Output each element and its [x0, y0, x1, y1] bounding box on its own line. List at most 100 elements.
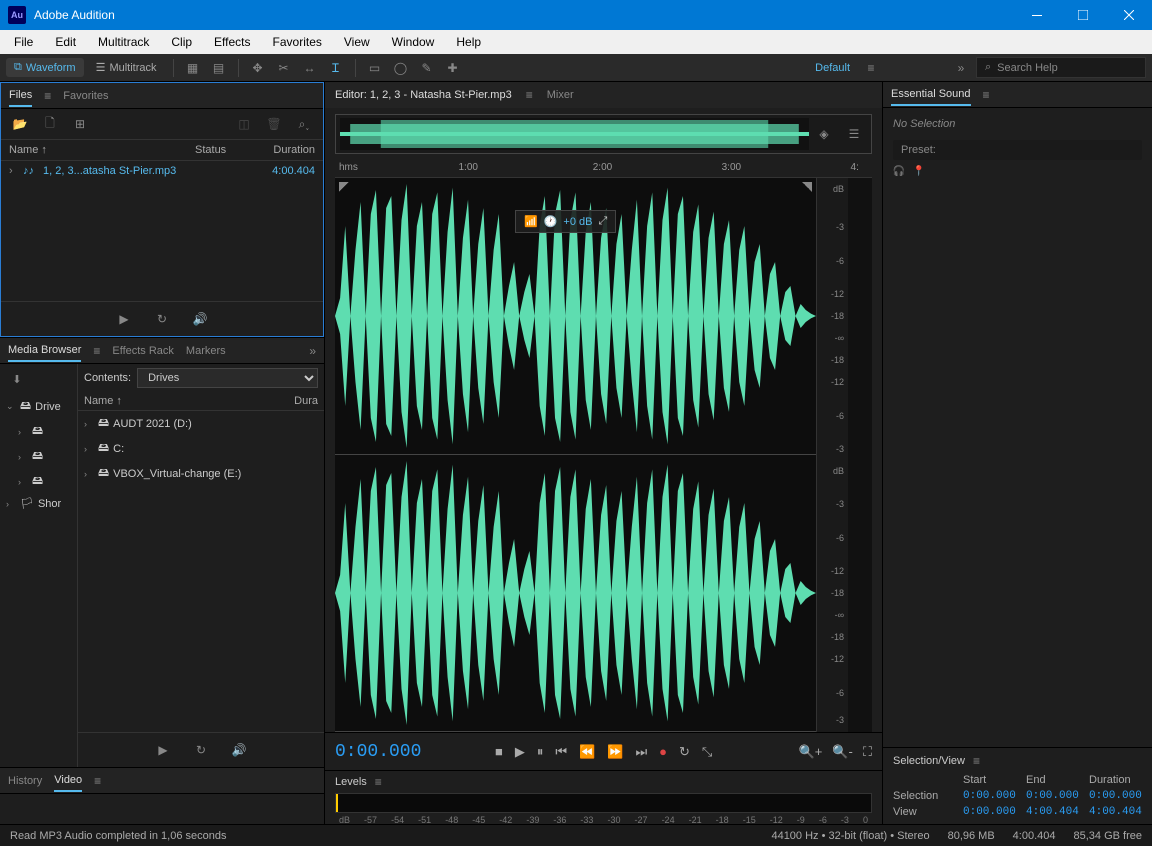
selection-duration[interactable]: 0:00.000	[1089, 790, 1142, 802]
media-col-dura[interactable]: Dura	[294, 395, 318, 407]
slip-tool-icon[interactable]: ↔	[299, 57, 321, 79]
delete-icon[interactable]: 🗑	[263, 113, 285, 135]
healing-tool-icon[interactable]: ✚	[442, 57, 464, 79]
tree-row[interactable]: ⌄🖴Drive	[0, 394, 77, 419]
tree-row[interactable]: ›🏳Shor	[0, 494, 77, 513]
drive-row[interactable]: ›🖴C:	[78, 436, 324, 461]
spectral-pitch-icon[interactable]: ▤	[208, 57, 230, 79]
menu-favorites[interactable]: Favorites	[263, 33, 332, 51]
fade-out-handle[interactable]	[802, 182, 812, 192]
pin-icon[interactable]: 📍	[908, 160, 930, 182]
zoom-in-button[interactable]: 🔍+	[799, 744, 823, 760]
time-selection-tool-icon[interactable]: Ɪ	[325, 57, 347, 79]
play-preview-icon[interactable]: ▶	[152, 739, 174, 761]
new-file-icon[interactable]: 🗋	[39, 113, 61, 135]
menu-clip[interactable]: Clip	[161, 33, 202, 51]
view-duration[interactable]: 4:00.404	[1089, 806, 1142, 818]
view-start[interactable]: 0:00.000	[963, 806, 1016, 818]
files-tab[interactable]: Files	[9, 85, 32, 107]
files-col-status[interactable]: Status	[195, 144, 245, 156]
panel-menu-icon[interactable]: ≡	[94, 774, 101, 788]
auto-play-icon[interactable]: 🔊	[228, 739, 250, 761]
selection-end[interactable]: 0:00.000	[1026, 790, 1079, 802]
menu-file[interactable]: File	[4, 33, 43, 51]
go-to-start-button[interactable]: ⏮	[555, 744, 567, 760]
brush-tool-icon[interactable]: ✎	[416, 57, 438, 79]
video-tab[interactable]: Video	[54, 770, 82, 792]
rewind-button[interactable]: ⏪	[579, 744, 595, 760]
workspace-selector[interactable]: Default	[809, 62, 856, 74]
loop-preview-icon[interactable]: ↻	[151, 308, 173, 330]
play-preview-icon[interactable]: ▶	[113, 308, 135, 330]
markers-tab[interactable]: Markers	[186, 341, 226, 361]
menu-window[interactable]: Window	[382, 33, 445, 51]
record-button[interactable]: ●	[659, 744, 667, 759]
fade-in-handle[interactable]	[339, 182, 349, 192]
menu-view[interactable]: View	[334, 33, 380, 51]
stop-button[interactable]: ■	[495, 744, 503, 759]
overview-waveform[interactable]: ◈ ☰	[335, 114, 872, 154]
maximize-button[interactable]	[1060, 0, 1106, 30]
file-row[interactable]: › ♪♪ 1, 2, 3...atasha St-Pier.mp3 4:00.4…	[1, 161, 323, 181]
loop-preview-icon[interactable]: ↻	[190, 739, 212, 761]
close-button[interactable]	[1106, 0, 1152, 30]
zoom-out-button[interactable]: 🔍-	[832, 744, 853, 760]
view-end[interactable]: 4:00.404	[1026, 806, 1079, 818]
zoom-navigator-icon[interactable]: ◈	[813, 123, 835, 145]
open-file-icon[interactable]: 📂	[9, 113, 31, 135]
lasso-tool-icon[interactable]: ◯	[390, 57, 412, 79]
marquee-tool-icon[interactable]: ▭	[364, 57, 386, 79]
insert-icon[interactable]: ◫	[233, 113, 255, 135]
overflow-icon[interactable]: »	[950, 57, 972, 79]
mixer-tab[interactable]: Mixer	[547, 85, 574, 105]
download-icon[interactable]: ⬇	[6, 368, 28, 390]
menu-help[interactable]: Help	[446, 33, 491, 51]
essential-sound-tab[interactable]: Essential Sound	[891, 84, 971, 106]
files-col-duration[interactable]: Duration	[245, 144, 315, 156]
panel-menu-icon[interactable]: ≡	[375, 775, 382, 789]
play-button[interactable]: ▶	[515, 744, 525, 760]
panel-menu-icon[interactable]: ≡	[93, 344, 100, 358]
panel-menu-icon[interactable]: ≡	[526, 88, 533, 102]
waveform-display[interactable]: 📶 🕐 +0 dB ⤢ L R dB	[335, 178, 872, 732]
fast-forward-button[interactable]: ⏩	[607, 744, 623, 760]
tree-row[interactable]: ›🖴	[0, 419, 77, 444]
timecode-display[interactable]: 0:00.000	[335, 742, 445, 762]
levels-meter[interactable]	[335, 793, 872, 813]
skip-selection-button[interactable]: ⤡	[702, 744, 712, 760]
zoom-full-button[interactable]: ⛶	[863, 744, 872, 760]
waveform-mode-button[interactable]: ⧉ Waveform	[6, 58, 84, 77]
auto-play-icon[interactable]: 🔊	[189, 308, 211, 330]
files-col-name[interactable]: Name ↑	[9, 144, 195, 156]
panel-menu-icon[interactable]: ≡	[983, 88, 990, 102]
minimize-button[interactable]	[1014, 0, 1060, 30]
panel-menu-icon[interactable]: ≡	[44, 89, 51, 103]
favorites-tab[interactable]: Favorites	[63, 86, 108, 106]
pause-button[interactable]: ⏸	[537, 744, 544, 760]
overflow-icon[interactable]: »	[309, 344, 316, 358]
media-browser-tab[interactable]: Media Browser	[8, 340, 81, 362]
effects-rack-tab[interactable]: Effects Rack	[112, 341, 174, 361]
menu-icon[interactable]: ☰	[843, 123, 865, 145]
filter-search-icon[interactable]: ⌕˯	[293, 113, 315, 135]
razor-tool-icon[interactable]: ✂	[273, 57, 295, 79]
new-multitrack-icon[interactable]: ⊞	[69, 113, 91, 135]
go-to-end-button[interactable]: ⏭	[635, 744, 647, 760]
search-help-input[interactable]: ⌕ Search Help	[976, 57, 1146, 78]
expand-arrow-icon[interactable]: ›	[9, 165, 23, 177]
selection-start[interactable]: 0:00.000	[963, 790, 1016, 802]
contents-dropdown[interactable]: Drives	[137, 368, 318, 388]
history-tab[interactable]: History	[8, 771, 42, 791]
preset-selector[interactable]: Preset:	[893, 140, 1142, 160]
volume-hud[interactable]: 📶 🕐 +0 dB ⤢	[515, 210, 616, 233]
drive-row[interactable]: ›🖴VBOX_Virtual-change (E:)	[78, 461, 324, 486]
workspace-menu-icon[interactable]: ≡	[860, 57, 882, 79]
menu-edit[interactable]: Edit	[45, 33, 86, 51]
tree-row[interactable]: ›🖴	[0, 469, 77, 494]
media-col-name[interactable]: Name ↑	[84, 395, 294, 407]
loop-button[interactable]: ↻	[679, 744, 690, 760]
timeline-ruler[interactable]: hms 1:00 2:00 3:00 4: 🎧 📍	[335, 160, 872, 178]
hud-expand-icon[interactable]: ⤢	[598, 215, 607, 228]
spectral-freq-icon[interactable]: ▦	[182, 57, 204, 79]
panel-menu-icon[interactable]: ≡	[973, 754, 980, 768]
